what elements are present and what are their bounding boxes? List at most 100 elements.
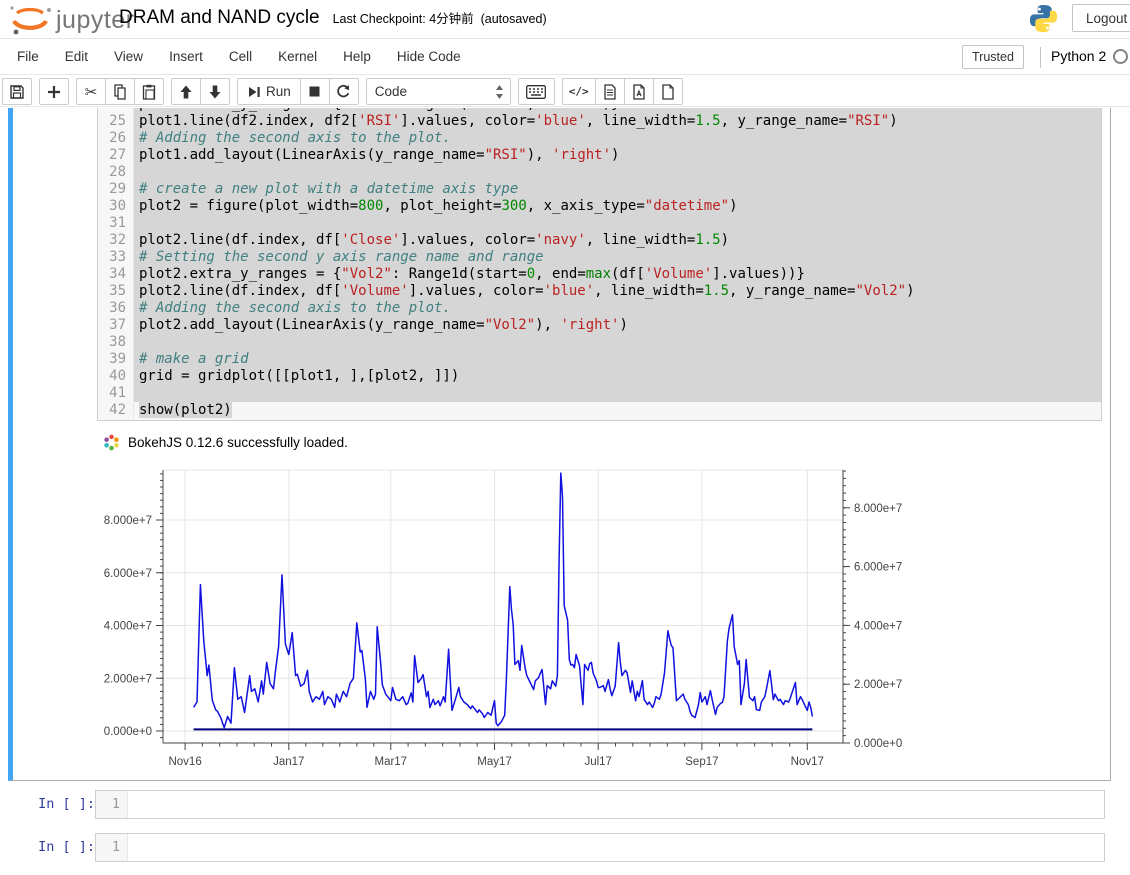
code-row-32: 32 plot2.line(df.index, df['Close'].value… bbox=[98, 232, 1101, 249]
code-row-26: 26 # Adding the second axis to the plot. bbox=[98, 130, 1101, 147]
line-number: 38 bbox=[98, 334, 134, 351]
code-line[interactable]: grid = gridplot([[plot1, ],[plot2, ]]) bbox=[134, 368, 1101, 385]
menu-edit[interactable]: Edit bbox=[52, 49, 101, 64]
move-cell-down-button[interactable] bbox=[200, 78, 230, 105]
selected-code-cell[interactable]: 24plot1.extra_y_ranges = {"RSI": Range1d… bbox=[8, 108, 1111, 781]
empty-code-input[interactable]: 1 bbox=[95, 790, 1105, 819]
code-row-31: 31 bbox=[98, 215, 1101, 232]
checkpoint-status: Last Checkpoint: 4分钟前 (autosaved) bbox=[332, 12, 547, 26]
line-number: 39 bbox=[98, 351, 134, 368]
bokeh-plot: 0.000e+0 2.000e+7 4.000e+7 6.000e+7 8.000e+7… bbox=[104, 469, 902, 768]
menu-help[interactable]: Help bbox=[330, 49, 384, 64]
code-line[interactable]: plot2.line(df.index, df['Volume'].values… bbox=[134, 283, 1101, 300]
line-number: 40 bbox=[98, 368, 134, 385]
y-right-tick-label: 0.000e+0 bbox=[854, 738, 902, 750]
save-button[interactable] bbox=[2, 78, 32, 105]
run-label: Run bbox=[266, 84, 291, 99]
toggle-code-button[interactable]: </> bbox=[561, 78, 596, 105]
y-left-tick-label: 6.000e+7 bbox=[104, 568, 152, 580]
command-palette-button[interactable] bbox=[517, 78, 555, 105]
code-line[interactable] bbox=[134, 164, 1101, 181]
code-line[interactable]: plot2.add_layout(LinearAxis(y_range_name… bbox=[134, 317, 1101, 334]
code-line[interactable]: plot2.extra_y_ranges = {"Vol2": Range1d(… bbox=[134, 266, 1101, 283]
menu-insert[interactable]: Insert bbox=[156, 49, 216, 64]
bokehjs-output: BokehJS 0.12.6 successfully loaded. bbox=[103, 434, 348, 451]
x-tick-label: Nov16 bbox=[168, 756, 201, 768]
x-tick-label: Nov17 bbox=[791, 756, 824, 768]
move-down-icon bbox=[209, 85, 221, 98]
line-number: 30 bbox=[98, 198, 134, 215]
menu-items: File Edit View Insert Cell Kernel Help Hide Cod… bbox=[4, 39, 474, 74]
export-html-button[interactable] bbox=[652, 78, 683, 105]
code-toggle-icon: </> bbox=[568, 85, 589, 98]
code-line[interactable]: plot1.add_layout(LinearAxis(y_range_name… bbox=[134, 147, 1101, 164]
line-number: 1 bbox=[96, 834, 128, 861]
code-row-38: 38 bbox=[98, 334, 1101, 351]
code-line[interactable] bbox=[134, 334, 1101, 351]
code-line[interactable] bbox=[134, 385, 1101, 402]
code-line[interactable]: # Adding the second axis to the plot. bbox=[134, 130, 1101, 147]
empty-code-cell-1[interactable]: In [ ]: 1 bbox=[8, 790, 1111, 820]
code-line[interactable]: # Setting the second y axis range name a… bbox=[134, 249, 1101, 266]
menu-view[interactable]: View bbox=[101, 49, 156, 64]
line-number: 27 bbox=[98, 147, 134, 164]
code-line[interactable]: # make a grid bbox=[134, 351, 1101, 368]
code-row-28: 28 bbox=[98, 164, 1101, 181]
bokehjs-message: BokehJS 0.12.6 successfully loaded. bbox=[128, 435, 348, 450]
code-line[interactable]: plot2 = figure(plot_width=800, plot_heig… bbox=[134, 198, 1101, 215]
step-forward-icon bbox=[249, 86, 260, 97]
paste-cell-button[interactable] bbox=[134, 78, 164, 105]
line-number: 37 bbox=[98, 317, 134, 334]
code-editor[interactable]: 24plot1.extra_y_ranges = {"RSI": Range1d… bbox=[97, 108, 1102, 421]
prompt-doc-icon bbox=[603, 83, 616, 100]
code-line[interactable]: # create a new plot with a datetime axis… bbox=[134, 181, 1101, 198]
code-line[interactable]: plot1.line(df2.index, df2['RSI'].values,… bbox=[134, 113, 1101, 130]
copy-icon bbox=[114, 83, 126, 100]
code-row-25: 25 plot1.line(df2.index, df2['RSI'].value… bbox=[98, 113, 1101, 130]
line-number: 26 bbox=[98, 130, 134, 147]
cut-cell-button[interactable]: ✂ bbox=[76, 78, 106, 105]
copy-cell-button[interactable] bbox=[105, 78, 135, 105]
menu-kernel[interactable]: Kernel bbox=[265, 49, 330, 64]
move-cell-up-button[interactable] bbox=[171, 78, 201, 105]
code-row-37: 37 plot2.add_layout(LinearAxis(y_range_na… bbox=[98, 317, 1101, 334]
y-right-tick-label: 6.000e+7 bbox=[854, 562, 902, 574]
empty-code-cell-2[interactable]: In [ ]: 1 bbox=[8, 833, 1111, 863]
run-cell-button[interactable]: Run bbox=[237, 78, 301, 105]
logout-button[interactable]: Logout bbox=[1072, 4, 1130, 32]
code-row-39: 39 # make a grid bbox=[98, 351, 1101, 368]
kernel-idle-indicator-icon bbox=[1113, 49, 1128, 64]
toggle-prompt-button[interactable] bbox=[594, 78, 625, 105]
export-pdf-button[interactable] bbox=[623, 78, 654, 105]
code-line[interactable]: show(plot2) bbox=[134, 402, 1101, 419]
line-number: 36 bbox=[98, 300, 134, 317]
save-icon bbox=[10, 84, 24, 99]
cell-type-select[interactable]: Code bbox=[365, 78, 511, 105]
cut-icon: ✂ bbox=[84, 82, 98, 101]
series-volume-line bbox=[192, 472, 814, 729]
interrupt-kernel-button[interactable] bbox=[299, 78, 330, 105]
restart-kernel-button[interactable] bbox=[328, 78, 359, 105]
code-line[interactable]: # Adding the second axis to the plot. bbox=[134, 300, 1101, 317]
menu-cell[interactable]: Cell bbox=[216, 49, 265, 64]
code-row-41: 41 bbox=[98, 385, 1101, 402]
notebook-title[interactable]: DRAM and NAND cycle bbox=[119, 7, 320, 29]
bokeh-chart: 0.000e+0 2.000e+7 4.000e+7 6.000e+7 8.000e+7… bbox=[100, 460, 915, 777]
line-number: 41 bbox=[98, 385, 134, 402]
code-row-35: 35 plot2.line(df.index, df['Volume'].valu… bbox=[98, 283, 1101, 300]
x-tick-label: May17 bbox=[477, 756, 512, 768]
jupyter-logo[interactable]: jupyter bbox=[8, 3, 135, 35]
empty-code-input[interactable]: 1 bbox=[95, 833, 1105, 862]
menu-file[interactable]: File bbox=[4, 49, 52, 64]
code-line[interactable]: plot2.line(df.index, df['Close'].values,… bbox=[134, 232, 1101, 249]
code-row-30: 30 plot2 = figure(plot_width=800, plot_he… bbox=[98, 198, 1101, 215]
code-row-27: 27 plot1.add_layout(LinearAxis(y_range_na… bbox=[98, 147, 1101, 164]
line-number: 35 bbox=[98, 283, 134, 300]
menu-hide-code[interactable]: Hide Code bbox=[384, 49, 474, 64]
add-cell-button[interactable] bbox=[39, 78, 69, 105]
code-row-42: 42 show(plot2) bbox=[98, 402, 1101, 419]
trusted-button[interactable]: Trusted bbox=[962, 45, 1024, 69]
line-number: 1 bbox=[96, 791, 128, 818]
code-line[interactable] bbox=[134, 215, 1101, 232]
x-tick-label: Mar17 bbox=[374, 756, 407, 768]
